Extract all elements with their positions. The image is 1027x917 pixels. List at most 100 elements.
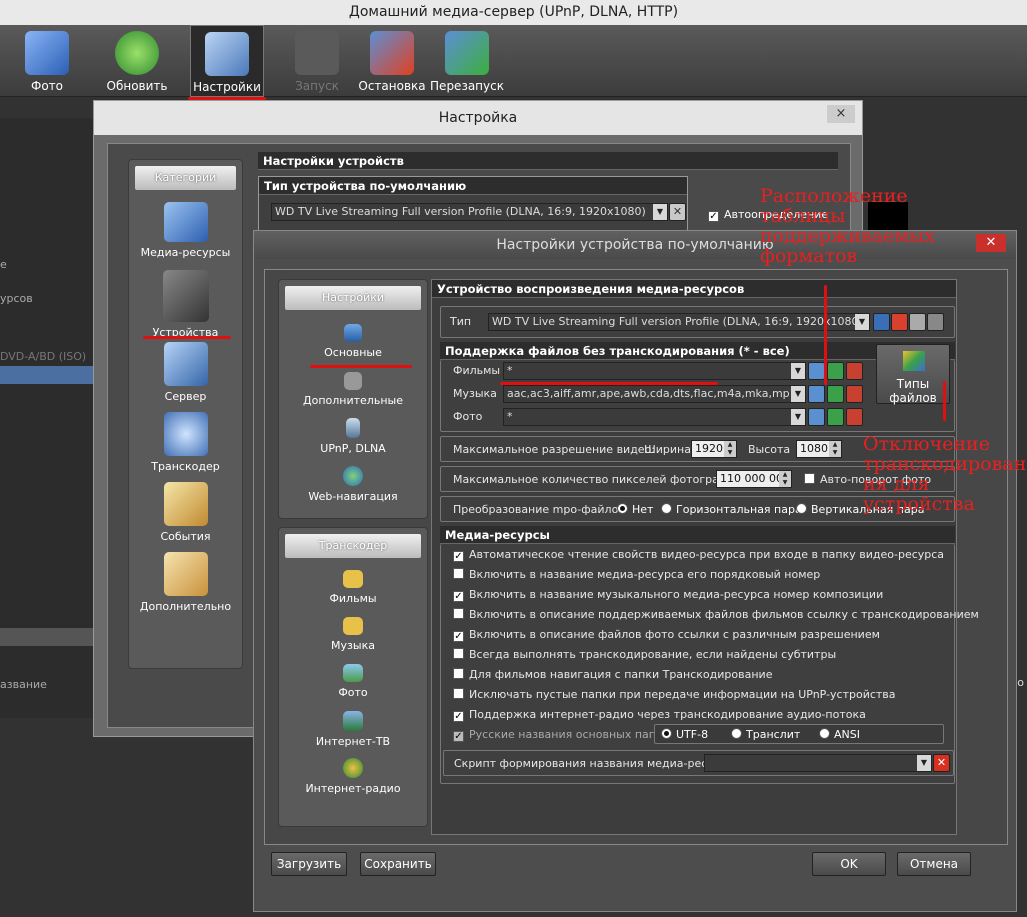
films-table-button[interactable] — [808, 362, 825, 380]
nav-transcoder-internet-radio[interactable]: Интернет-радио — [279, 758, 427, 795]
nav-additional[interactable]: Дополнительные — [279, 372, 427, 407]
nav-transcoder-internet-tv[interactable]: Интернет-ТВ — [279, 711, 427, 748]
script-clear-button[interactable]: ✕ — [933, 754, 950, 772]
checkbox-icon — [804, 473, 815, 484]
media-option-checkbox[interactable]: ✓ Включить в название музыкального медиа-… — [453, 588, 883, 602]
load-button[interactable]: Загрузить — [271, 852, 347, 876]
toolbar-start-button[interactable]: Запуск — [280, 25, 354, 97]
checkbox-icon — [453, 608, 464, 619]
tools-icon — [344, 372, 362, 390]
music-formats-select[interactable]: aac,ac3,aiff,amr,ape,awb,cda,dts,flac,m4… — [503, 385, 806, 403]
chevron-down-icon: ▼ — [653, 204, 667, 220]
toolbar-settings-button[interactable]: Настройки — [190, 25, 264, 97]
annotation-underline-devices — [143, 336, 231, 339]
chevron-down-icon: ▼ — [855, 314, 869, 330]
width-stepper[interactable]: 1920 ▲ ▼ — [691, 440, 737, 458]
category-media-resources[interactable]: Медиа-ресурсы — [129, 202, 242, 259]
encoding-radio-utf8[interactable]: UTF-8 — [661, 728, 708, 741]
copy-button[interactable] — [909, 313, 926, 331]
annotation-table-location: Расположение таблицы поддерживаемых форм… — [760, 185, 935, 267]
music-add-button[interactable] — [827, 385, 844, 403]
encoding-radio-translit[interactable]: Транслит — [731, 728, 800, 741]
category-events[interactable]: События — [129, 482, 242, 543]
russian-names-checkbox[interactable]: ✓ Русские названия основных папок — [453, 728, 669, 742]
media-option-checkbox[interactable]: ✓ Поддержка интернет-радио через транскод… — [453, 708, 866, 722]
photo-table-button[interactable] — [808, 408, 825, 426]
toolbar-restart-button[interactable]: Перезапуск — [430, 25, 504, 97]
photo-formats-select[interactable]: * ▼ — [503, 408, 806, 426]
photo-clear-button[interactable] — [846, 408, 863, 426]
nav-web[interactable]: Web-навигация — [279, 466, 427, 503]
settings-dialog-close-button[interactable]: × — [827, 105, 855, 123]
monitor-icon — [344, 324, 362, 342]
help-button[interactable] — [891, 313, 908, 331]
cancel-button[interactable]: Отмена — [897, 852, 971, 876]
media-option-checkbox[interactable]: Включить в описание поддерживаемых файло… — [453, 608, 979, 621]
category-transcoder[interactable]: Транскодер — [129, 412, 242, 473]
category-server[interactable]: Сервер — [129, 342, 242, 403]
device-type-select[interactable]: WD TV Live Streaming Full version Profil… — [488, 313, 870, 331]
media-option-checkbox[interactable]: Для фильмов навигация с папки Транскодир… — [453, 668, 772, 681]
refresh-icon — [115, 31, 159, 75]
media-options-box: ✓ Автоматическое чтение свойств видео-рес… — [440, 544, 979, 784]
radio-icon — [617, 503, 628, 514]
events-icon — [163, 482, 208, 526]
save-profile-button[interactable] — [873, 313, 890, 331]
save-button[interactable]: Сохранить — [360, 852, 436, 876]
nav-transcoder-films[interactable]: Фильмы — [279, 570, 427, 605]
settings-icon — [205, 32, 249, 76]
additional-icon — [163, 552, 208, 596]
toolbar: Фото Обновить Настройки Запуск Остановка… — [0, 25, 1027, 97]
encoding-group: UTF-8 Транслит ANSI — [654, 724, 944, 744]
file-types-button[interactable]: Типы файлов — [876, 344, 950, 405]
media-resources-icon — [163, 202, 208, 242]
height-stepper[interactable]: 1080 ▲ ▼ — [796, 440, 842, 458]
category-devices[interactable]: Устройства — [129, 270, 242, 339]
config-button[interactable] — [927, 313, 944, 331]
media-option-checkbox[interactable]: ✓ Включить в описание файлов фото ссылки … — [453, 628, 880, 642]
toolbar-stop-button[interactable]: Остановка — [355, 25, 429, 97]
type-row: Тип WD TV Live Streaming Full version Pr… — [440, 306, 955, 338]
checkbox-icon — [453, 668, 464, 679]
films-formats-select[interactable]: * ▼ — [503, 362, 806, 380]
films-add-button[interactable] — [827, 362, 844, 380]
device-settings-button[interactable]: ✕ — [669, 203, 686, 221]
nav-settings-header: Настройки — [285, 286, 421, 310]
photo-add-button[interactable] — [827, 408, 844, 426]
cubes-icon — [903, 351, 925, 371]
encoding-radio-ansi[interactable]: ANSI — [819, 728, 860, 741]
support-box: Фильмы * ▼ Музыка aac,ac3,aiff,amr,ape,a… — [440, 344, 955, 432]
nav-upnp-dlna[interactable]: UPnP, DLNA — [279, 418, 427, 455]
music-table-button[interactable] — [808, 385, 825, 403]
music-clear-button[interactable] — [846, 385, 863, 403]
films-clear-button[interactable] — [846, 362, 863, 380]
media-option-checkbox[interactable]: Включить в название медиа-ресурса его по… — [453, 568, 820, 581]
script-select[interactable]: ▼ — [704, 754, 932, 772]
toolbar-refresh-button[interactable]: Обновить — [100, 25, 174, 97]
radio-icon — [731, 728, 742, 739]
radio-icon — [796, 503, 807, 514]
media-option-checkbox[interactable]: Исключать пустые папки при передаче инфо… — [453, 688, 896, 701]
radio-icon — [661, 728, 672, 739]
annotation-disable-transcoding: Отключение транскодирован ия для устройс… — [863, 434, 1027, 514]
default-device-select[interactable]: WD TV Live Streaming Full version Profil… — [271, 203, 668, 221]
ok-button[interactable]: OK — [812, 852, 886, 876]
device-dialog-close-button[interactable]: ✕ — [976, 234, 1006, 252]
mpo-radio-none[interactable]: Нет — [617, 503, 653, 516]
stepper-arrows-icon: ▲ ▼ — [724, 441, 736, 457]
globe-icon — [343, 466, 363, 486]
media-option-checkbox[interactable]: ✓ Автоматическое чтение свойств видео-рес… — [453, 548, 944, 562]
chevron-down-icon: ▼ — [791, 386, 805, 402]
nav-main[interactable]: Основные — [279, 324, 427, 359]
toolbar-photo-button[interactable]: Фото — [10, 25, 84, 97]
media-option-checkbox[interactable]: Всегда выполнять транскодирование, если … — [453, 648, 836, 661]
nav-transcoder-music[interactable]: Музыка — [279, 617, 427, 652]
checkbox-icon: ✓ — [453, 711, 464, 722]
nav-transcoder-photo[interactable]: Фото — [279, 664, 427, 699]
max-pixels-stepper[interactable]: 110 000 000 ▲ ▼ — [716, 470, 792, 488]
restart-icon — [445, 31, 489, 75]
checkbox-icon: ✓ — [453, 731, 464, 742]
annotation-underline-main — [310, 365, 412, 368]
mpo-radio-horizontal[interactable]: Горизонтальная пара — [661, 503, 802, 516]
category-additional[interactable]: Дополнительно — [129, 552, 242, 613]
